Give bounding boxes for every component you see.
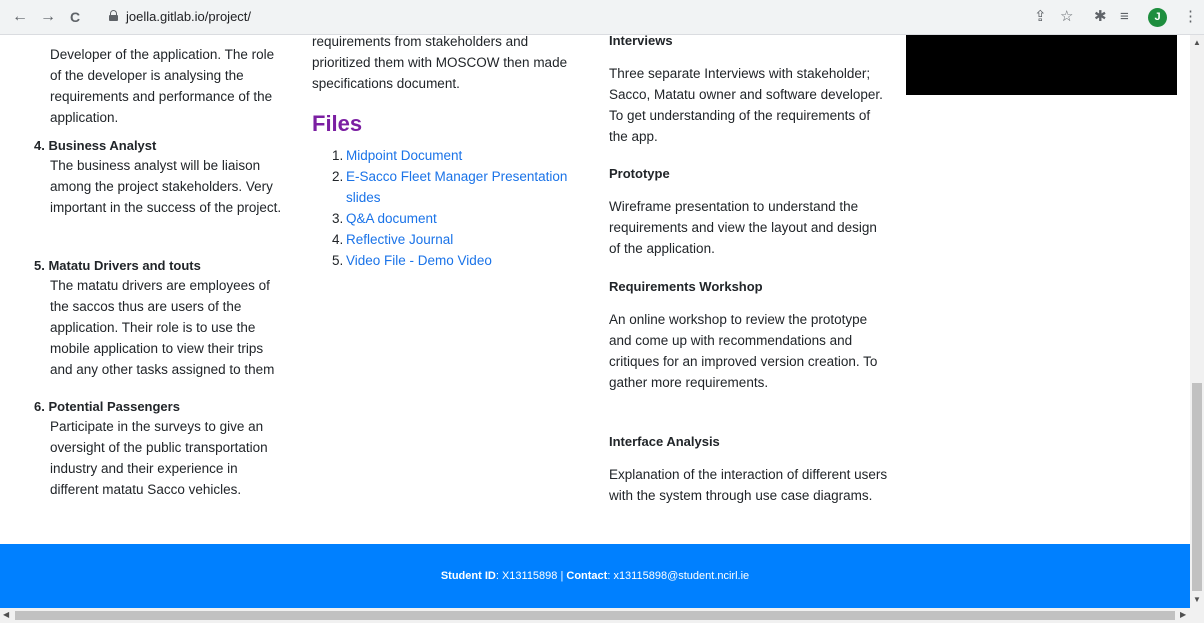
section-text: Three separate Interviews with stakehold… [609,66,883,144]
scroll-down-icon[interactable]: ▼ [1193,595,1201,605]
address-bar[interactable] [96,5,1172,30]
files-list: 1. Midpoint Document 2. E-Sacco Fleet Ma… [332,145,582,271]
profile-avatar[interactable]: J [1148,8,1167,27]
role-title: 4. Business Analyst [34,138,157,153]
method-section: Interviews Three separate Interviews wit… [609,35,889,147]
section-heading: Interviews [609,35,673,48]
method-section: Prototype Wireframe presentation to unde… [609,165,889,259]
developer-role-text: Developer of the application. The role o… [50,47,275,125]
role-text: The matatu drivers are employees of the … [50,278,275,377]
section-heading: Interface Analysis [609,434,720,449]
file-link-midpoint-document[interactable]: Midpoint Document [346,145,462,166]
list-item: 4. Reflective Journal [332,229,582,250]
horizontal-scrollbar[interactable]: ◀ ▶ [0,608,1204,623]
section-heading: Prototype [609,166,670,181]
scroll-up-icon[interactable]: ▲ [1193,38,1201,48]
reload-icon[interactable]: C [70,8,80,26]
scroll-left-icon[interactable]: ◀ [3,610,9,620]
file-link-reflective-journal[interactable]: Reflective Journal [346,229,453,250]
contact-email: : x13115898@student.ncirl.ie [607,570,750,582]
section-text: Wireframe presentation to understand the… [609,199,877,256]
scroll-right-icon[interactable]: ▶ [1180,610,1186,620]
page-content: Developer of the application. The role o… [0,35,1190,608]
list-item: 2. E-Sacco Fleet Manager Presentation sl… [332,166,582,208]
section-text: An online workshop to review the prototy… [609,312,878,390]
vertical-scrollbar[interactable]: ▲ ▼ [1190,35,1204,608]
student-id-value: : X13115898 | [495,570,567,582]
browser-toolbar: ← → C joella.gitlab.io/project/ ⇪ ☆ ✱ ≡ … [0,0,1204,35]
file-link-qa-document[interactable]: Q&A document [346,208,437,229]
requirements-text: requirements from stakeholders and prior… [312,35,568,91]
contact-label: Contact [566,570,608,582]
forward-arrow-icon[interactable]: → [40,8,56,26]
file-link-presentation-slides[interactable]: E-Sacco Fleet Manager Presentation slide… [346,166,582,208]
extensions-puzzle-icon[interactable]: ✱ [1094,8,1107,26]
share-icon[interactable]: ⇪ [1034,8,1047,26]
role-item: 5. Matatu Drivers and touts The matatu d… [34,257,289,380]
list-item: 3. Q&A document [332,208,582,229]
role-title: 6. Potential Passengers [34,399,180,414]
vertical-scroll-thumb[interactable] [1192,383,1202,591]
back-arrow-icon[interactable]: ← [12,8,28,26]
role-text: The business analyst will be liaison amo… [50,158,282,215]
url-text[interactable]: joella.gitlab.io/project/ [126,9,251,25]
student-id-label: Student ID [440,570,496,582]
file-link-demo-video[interactable]: Video File - Demo Video [346,250,492,271]
method-section: Requirements Workshop An online workshop… [609,278,889,393]
files-heading: Files [312,111,363,136]
role-item: 6. Potential Passengers Participate in t… [34,398,289,500]
menu-kebab-icon[interactable]: ⋮ [1183,8,1198,26]
horizontal-scroll-thumb[interactable] [15,611,1175,620]
site-footer: Student ID: X13115898 | Contact: x131158… [0,544,1190,608]
section-text: Explanation of the interaction of differ… [609,467,888,503]
method-section: Interface Analysis Explanation of the in… [609,433,889,506]
role-text: Participate in the surveys to give an ov… [50,419,268,497]
section-heading: Requirements Workshop [609,279,763,294]
list-item: 1. Midpoint Document [332,145,582,166]
reading-list-icon[interactable]: ≡ [1120,8,1129,26]
role-item: 4. Business Analyst The business analyst… [34,137,289,218]
bookmark-star-icon[interactable]: ☆ [1060,8,1073,26]
list-item: 5. Video File - Demo Video [332,250,582,271]
video-embed[interactable] [906,35,1177,95]
role-title: 5. Matatu Drivers and touts [34,258,201,273]
lock-icon[interactable] [109,10,118,21]
